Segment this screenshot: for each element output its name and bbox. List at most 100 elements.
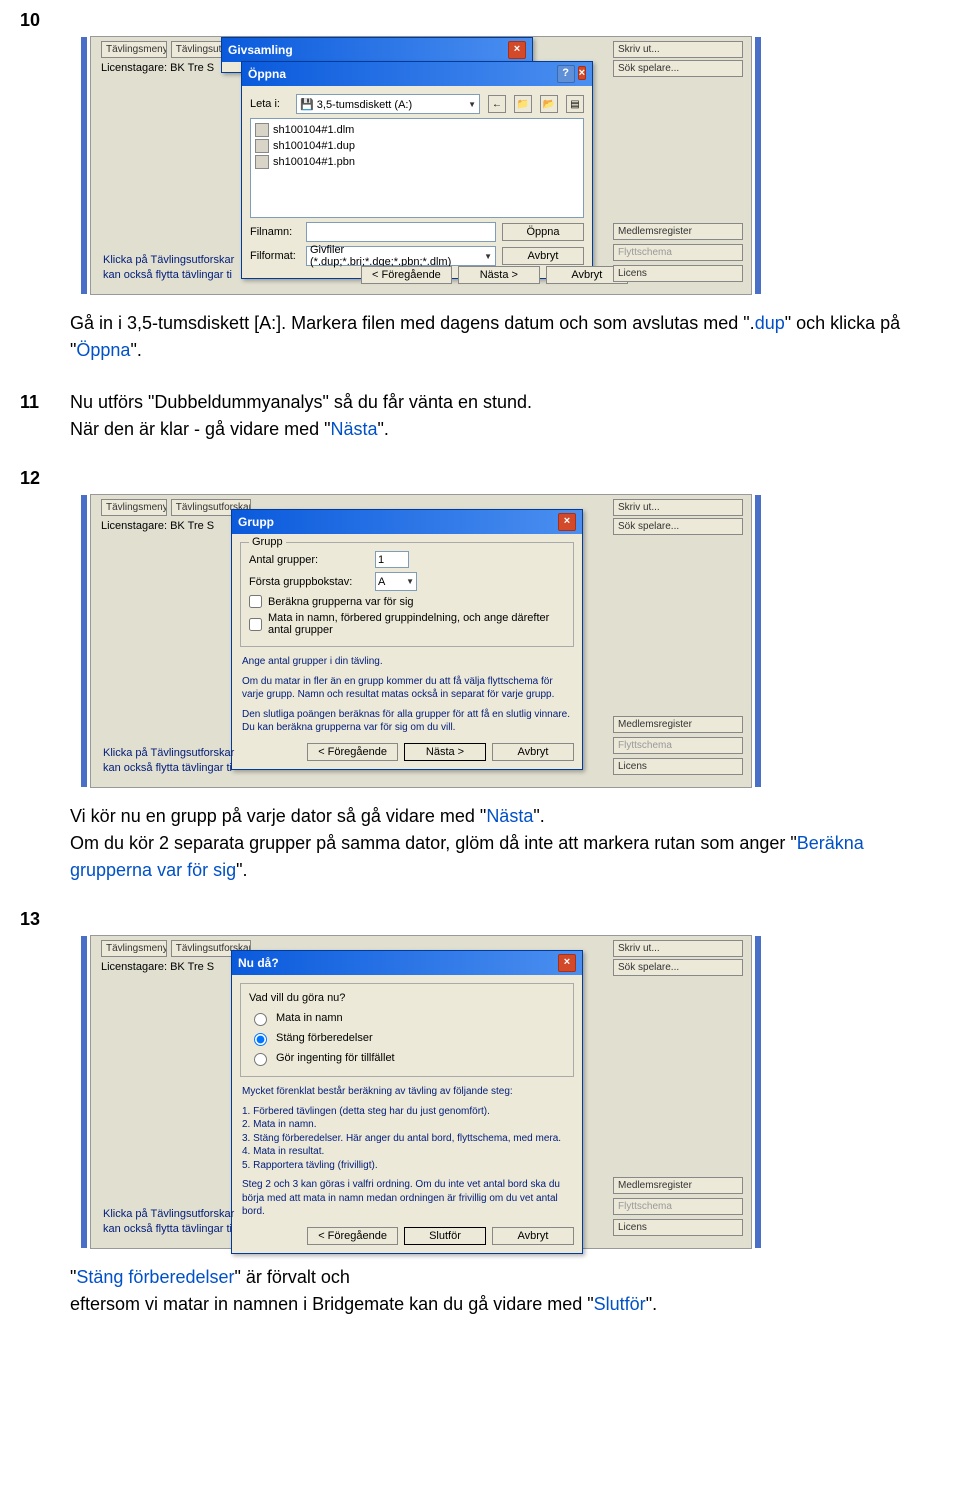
file-item[interactable]: sh100104#1.dlm	[255, 123, 579, 137]
avbryt-button[interactable]: Avbryt	[492, 1227, 574, 1245]
step-12-text: Vi kör nu en grupp på varje dator så gå …	[70, 803, 940, 884]
info-l1: 1. Förbered tävlingen (detta steg har du…	[242, 1105, 572, 1119]
avbryt-button[interactable]: Avbryt	[492, 743, 574, 761]
radio-gor[interactable]	[254, 1053, 267, 1066]
dialog-title-grupp: Grupp	[238, 515, 274, 529]
dialog-title-nuda: Nu då?	[238, 956, 279, 970]
sokspelare-button[interactable]: Sök spelare...	[613, 60, 743, 77]
sokspelare-button[interactable]: Sök spelare...	[613, 518, 743, 535]
antal-grupper-label: Antal grupper:	[249, 554, 369, 566]
file-icon	[255, 123, 269, 137]
avbryt-button[interactable]: Avbryt	[502, 247, 584, 265]
file-icon	[255, 139, 269, 153]
file-item[interactable]: sh100104#1.pbn	[255, 155, 579, 169]
filnamn-label: Filnamn:	[250, 226, 300, 238]
leta-label: Leta i:	[250, 98, 290, 110]
up-folder-icon[interactable]: 📁	[514, 95, 532, 113]
licens-button[interactable]: Licens	[613, 758, 743, 775]
medlemsregister-button[interactable]: Medlemsregister	[613, 716, 743, 733]
close-icon[interactable]: ×	[508, 41, 526, 59]
foregaende-button[interactable]: < Föregående	[307, 1227, 398, 1245]
flyttschema-button: Flyttschema	[613, 244, 743, 261]
nasta-button[interactable]: Nästa >	[458, 266, 540, 284]
berakna-label: Beräkna grupperna var för sig	[268, 596, 414, 608]
close-icon[interactable]: ×	[578, 66, 586, 80]
hint-line2: kan också flytta tävlingar ti	[103, 1223, 232, 1235]
filetype-select[interactable]: Givfiler (*.dup;*.bri;*.dge;*.pbn;*.dlm)…	[306, 246, 496, 266]
drive-select[interactable]: 💾 3,5-tumsdiskett (A:) ▼	[296, 94, 480, 114]
oppna-button[interactable]: Öppna	[502, 223, 584, 241]
new-folder-icon[interactable]: 📂	[540, 95, 558, 113]
tavlingsmeny-button[interactable]: Tävlingsmeny...	[101, 940, 167, 957]
dialog-title-givsamling: Givsamling	[228, 43, 293, 57]
hint-text-2: Om du matar in fler än en grupp kommer d…	[242, 675, 572, 702]
licenstagare-label: Licenstagare: BK Tre S	[101, 961, 251, 973]
medlemsregister-button[interactable]: Medlemsregister	[613, 1177, 743, 1194]
licens-button[interactable]: Licens	[613, 1219, 743, 1236]
step-10-text: Gå in i 3,5-tumsdiskett [A:]. Markera fi…	[70, 310, 940, 364]
hint-line2: kan också flytta tävlingar ti	[103, 762, 232, 774]
back-icon[interactable]: ←	[488, 95, 506, 113]
tavlingsmeny-button[interactable]: Tävlingsmeny...	[101, 41, 167, 58]
hint-line1: Klicka på Tävlingsutforskar	[103, 747, 234, 759]
step-11-text: 11 Nu utförs "Dubbeldummyanalys" så du f…	[20, 389, 940, 443]
sokspelare-button[interactable]: Sök spelare...	[613, 959, 743, 976]
hint-line1: Klicka på Tävlingsutforskar	[103, 1208, 234, 1220]
help-icon[interactable]: ?	[557, 65, 575, 83]
slutfor-button[interactable]: Slutför	[404, 1227, 486, 1245]
licens-button[interactable]: Licens	[613, 265, 743, 282]
screenshot-12: Tävlingsmeny... Tävlingsutforskaren Lice…	[90, 494, 752, 788]
radio-stang[interactable]	[254, 1033, 267, 1046]
hint-text-1: Ange antal grupper i din tävling.	[242, 655, 572, 669]
forsta-bokstav-label: Första gruppbokstav:	[249, 576, 369, 588]
radio-gor-label: Gör ingenting för tillfället	[276, 1052, 395, 1064]
info-l3: 3. Stäng förberedelser. Här anger du ant…	[242, 1132, 572, 1146]
dialog-grupp: Grupp × Grupp Antal grupper: Första grup…	[231, 509, 583, 770]
foregaende-button[interactable]: < Föregående	[307, 743, 398, 761]
radio-mata-label: Mata in namn	[276, 1012, 343, 1024]
screenshot-13: Tävlingsmeny... Tävlingsutforskaren Lice…	[90, 935, 752, 1249]
close-icon[interactable]: ×	[558, 954, 576, 972]
radio-mata[interactable]	[254, 1013, 267, 1026]
close-icon[interactable]: ×	[558, 513, 576, 531]
file-list[interactable]: sh100104#1.dlm sh100104#1.dup sh100104#1…	[250, 118, 584, 218]
info-head: Mycket förenklat består beräkning av täv…	[242, 1085, 572, 1099]
filename-input[interactable]	[306, 222, 496, 242]
dialog-nuda: Nu då? × Vad vill du göra nu? Mata in na…	[231, 950, 583, 1254]
mata-label: Mata in namn, förbered gruppindelning, o…	[268, 612, 565, 636]
step-number-11: 11	[20, 389, 70, 438]
screenshot-10: Tävlingsmeny... Tävlingsutforskaren Lice…	[90, 36, 752, 295]
flyttschema-button: Flyttschema	[613, 737, 743, 754]
skrivut-button[interactable]: Skriv ut...	[613, 499, 743, 516]
question-label: Vad vill du göra nu?	[249, 992, 565, 1004]
file-item[interactable]: sh100104#1.dup	[255, 139, 579, 153]
nasta-button[interactable]: Nästa >	[404, 743, 486, 761]
licenstagare-label: Licenstagare: BK Tre S	[101, 520, 251, 532]
radio-stang-label: Stäng förberedelser	[276, 1032, 373, 1044]
foregaende-button[interactable]: < Föregående	[361, 266, 452, 284]
info-l5: 5. Rapportera tävling (frivilligt).	[242, 1159, 572, 1173]
berakna-checkbox[interactable]	[249, 595, 262, 608]
antal-grupper-input[interactable]	[375, 551, 409, 568]
mata-checkbox[interactable]	[249, 618, 262, 631]
dialog-oppna: Öppna ?× Leta i: 💾 3,5-tumsdiskett (A:) …	[241, 61, 593, 279]
view-icon[interactable]: ▤	[566, 95, 584, 113]
step-number-10: 10	[20, 10, 940, 31]
step-number-12: 12	[20, 468, 940, 489]
file-icon	[255, 155, 269, 169]
skrivut-button[interactable]: Skriv ut...	[613, 940, 743, 957]
forsta-bokstav-select[interactable]: A▼	[375, 572, 417, 591]
step-number-13: 13	[20, 909, 940, 930]
info-l2: 2. Mata in namn.	[242, 1118, 572, 1132]
dialog-title-oppna: Öppna	[248, 67, 286, 81]
flyttschema-button: Flyttschema	[613, 1198, 743, 1215]
step-13-text: "Stäng förberedelser" är förvalt och eft…	[70, 1264, 940, 1318]
info-l4: 4. Mata in resultat.	[242, 1145, 572, 1159]
info-foot: Steg 2 och 3 kan göras i valfri ordning.…	[242, 1178, 572, 1219]
grupp-legend: Grupp	[249, 536, 286, 548]
skrivut-button[interactable]: Skriv ut...	[613, 41, 743, 58]
hint-line1: Klicka på Tävlingsutforskar	[103, 254, 234, 266]
tavlingsmeny-button[interactable]: Tävlingsmeny...	[101, 499, 167, 516]
medlemsregister-button[interactable]: Medlemsregister	[613, 223, 743, 240]
hint-text-3: Den slutliga poängen beräknas för alla g…	[242, 708, 572, 735]
